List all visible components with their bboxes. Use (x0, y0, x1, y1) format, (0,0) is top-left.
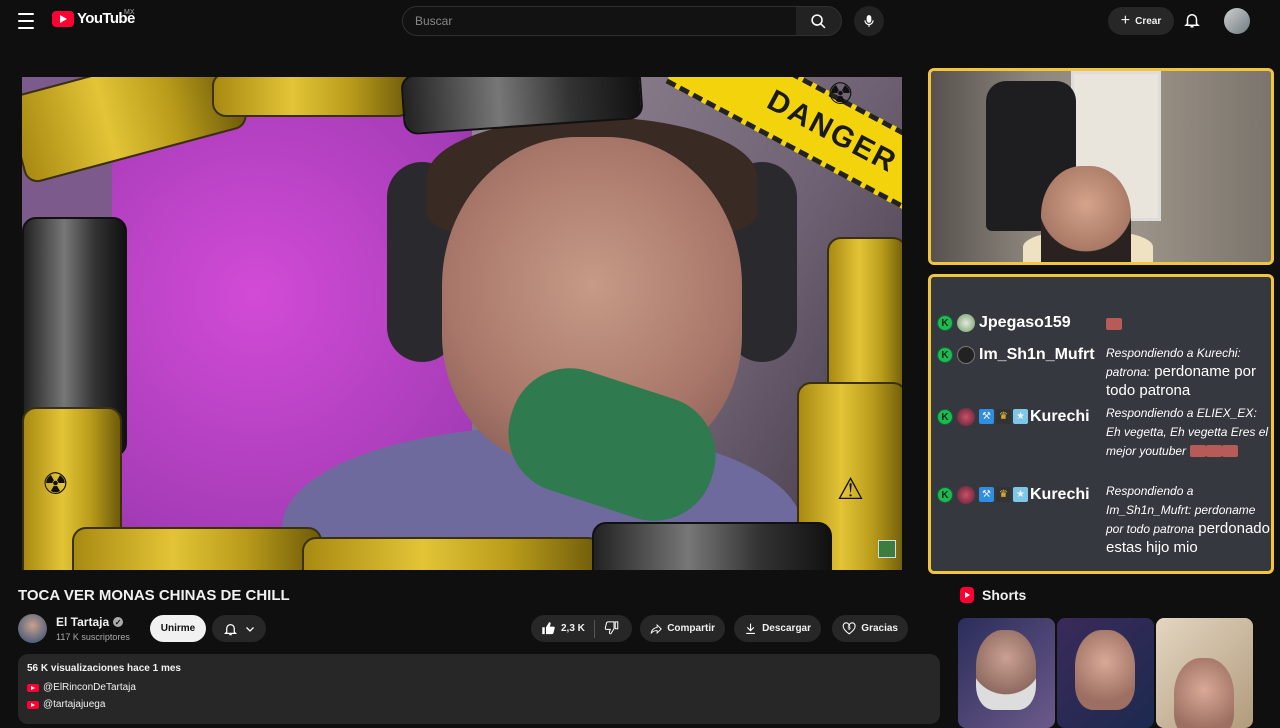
like-button[interactable]: 2,3 K (541, 621, 585, 636)
youtube-logo-icon (52, 10, 74, 27)
user-avatar (957, 408, 975, 426)
top-bar: YouTube MX + Crear (0, 0, 1280, 42)
chat-username: Im_Sh1n_Mufrt (979, 346, 1095, 363)
chat-username: Kurechi (1030, 408, 1090, 425)
thanks-label: Gracias (861, 623, 898, 634)
short-thumbnail[interactable] (958, 618, 1055, 728)
chat-username: Jpegaso159 (979, 314, 1071, 331)
bell-icon (1184, 14, 1200, 28)
share-label: Compartir (667, 623, 715, 634)
search-button[interactable] (796, 6, 842, 36)
search-box (402, 6, 797, 36)
notifications-button[interactable] (1183, 10, 1201, 35)
moderator-icon: ⚒ (979, 487, 994, 502)
user-avatar (957, 314, 975, 332)
download-label: Descargar (762, 623, 811, 634)
youtube-icon (27, 683, 39, 692)
create-label: Crear (1135, 15, 1162, 27)
crown-icon: ♛ (996, 409, 1011, 424)
watermark-badge (878, 540, 896, 558)
kick-badge-icon: K (937, 347, 953, 363)
moderator-icon: ⚒ (979, 409, 994, 424)
kick-badge-icon: K (937, 409, 953, 425)
subscriber-icon: ★ (1013, 487, 1028, 502)
subscriber-count: 117 K suscriptores (56, 632, 130, 642)
crown-icon: ♛ (996, 487, 1011, 502)
chat-message: K Jpegaso159 (937, 313, 1071, 332)
like-count: 2,3 K (561, 623, 585, 634)
chat-username: Kurechi (1030, 486, 1090, 503)
shorts-icon (960, 587, 974, 603)
voice-search-button[interactable] (854, 6, 884, 36)
chat-overlay: K Jpegaso159 K Im_Sh1n_Mufrt Respondiend… (928, 274, 1274, 574)
join-button[interactable]: Unirme (150, 615, 206, 642)
share-icon (650, 623, 662, 634)
subscription-notifications-button[interactable] (212, 615, 266, 642)
like-dislike-group: 2,3 K (531, 615, 632, 642)
chevron-down-icon (245, 626, 254, 632)
search-icon (811, 13, 826, 28)
video-title: TOCA VER MONAS CHINAS DE CHILL (18, 587, 290, 604)
emote-icon (1106, 318, 1122, 330)
video-frame: DANGER ☢ ☢ ⚠ (22, 77, 902, 570)
kick-badge-icon: K (937, 315, 953, 331)
create-button[interactable]: + Crear (1108, 7, 1174, 35)
plus-icon: + (1120, 12, 1131, 29)
bell-icon (223, 623, 237, 635)
menu-icon[interactable] (14, 10, 38, 32)
channel-link-label[interactable]: @ElRinconDeTartaja (43, 682, 136, 693)
user-avatar (957, 346, 975, 364)
subscriber-icon: ★ (1013, 409, 1028, 424)
youtube-icon (27, 700, 39, 709)
dislike-button[interactable] (604, 620, 619, 638)
svg-text:$: $ (848, 626, 851, 632)
user-avatar (957, 486, 975, 504)
channel-avatar[interactable] (18, 614, 47, 643)
super-thanks-icon: $ (842, 622, 856, 635)
account-avatar[interactable] (1224, 8, 1250, 34)
kick-badge-icon: K (937, 487, 953, 503)
verified-icon: ✓ (113, 617, 124, 627)
share-button[interactable]: Compartir (640, 615, 725, 642)
download-icon (746, 623, 755, 634)
thumbs-up-icon (542, 622, 555, 635)
channel-link[interactable]: @tartajajuega (27, 699, 931, 710)
microphone-icon (864, 15, 874, 27)
channel-link-label[interactable]: @tartajajuega (43, 699, 105, 710)
search-input[interactable] (403, 7, 796, 35)
short-thumbnail[interactable] (1057, 618, 1154, 728)
video-player[interactable]: DANGER ☢ ☢ ⚠ (22, 77, 902, 570)
chat-message: K Im_Sh1n_Mufrt (937, 345, 1095, 364)
channel-name-row[interactable]: El Tartaja ✓ (56, 615, 124, 629)
chat-message-text: Respondiendo a Im_Sh1n_Mufrt: perdoname … (1106, 484, 1270, 556)
shorts-header: Shorts (960, 587, 1026, 603)
chat-message: K ⚒ ♛ ★ Kurechi (937, 485, 1090, 504)
channel-name[interactable]: El Tartaja (56, 615, 109, 629)
youtube-logo[interactable]: YouTube (52, 10, 135, 27)
chat-message-text: Respondiendo a ELIEX_EX: Eh vegetta, Eh … (1106, 406, 1269, 458)
description-box[interactable]: 56 K visualizaciones hace 1 mes @ElRinco… (18, 654, 940, 724)
streamer-camera (928, 68, 1274, 265)
chat-message-text: Respondiendo a Kurechi: patrona: perdona… (1106, 346, 1256, 399)
channel-link[interactable]: @ElRinconDeTartaja (27, 682, 931, 693)
shorts-label: Shorts (982, 587, 1027, 603)
download-button[interactable]: Descargar (734, 615, 821, 642)
view-count-date: 56 K visualizaciones hace 1 mes (27, 663, 181, 674)
chat-message: K ⚒ ♛ ★ Kurechi (937, 407, 1090, 426)
thumbs-down-icon (604, 620, 619, 634)
short-thumbnail[interactable] (1156, 618, 1253, 728)
country-code: MX (124, 9, 135, 16)
thanks-button[interactable]: $ Gracias (832, 615, 908, 642)
